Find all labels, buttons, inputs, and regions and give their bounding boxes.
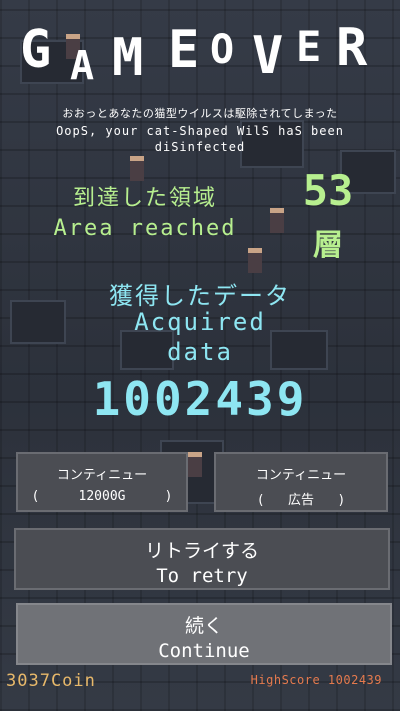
title-letter: E [168,20,200,80]
continue-coin-button-label: コンティニュー [56,468,148,483]
title-letter: M [112,28,144,88]
continue-button-label-ja: 続く [184,615,223,637]
acquired-data-score: 1002439 [92,372,308,426]
continue-button-label-en: Continue [158,640,250,662]
background-figure [188,452,202,477]
area-reached-label-ja: 到達した領域 [72,186,217,211]
title-letter: E [296,22,322,71]
background-figure [130,156,144,181]
background-figure [248,248,262,273]
continue-ad-button[interactable]: コンティニュー ( 広告 ) [214,452,388,512]
retry-button[interactable]: リトライする To retry [14,528,390,590]
area-reached-label-en: Area reached [53,216,237,241]
title-letter: O [210,27,235,73]
retry-button-label-en: To retry [156,565,248,587]
continue-button[interactable]: 続く Continue [16,603,392,665]
continue-ad-button-ad-text: ( 広告 ) [256,493,346,508]
continue-coin-button-price: ( 12000G ) [31,489,173,504]
area-reached-value: 53 [302,166,354,215]
retry-button-label-ja: リトライする [144,540,259,562]
game-over-screen: G A M E O V E R おおっとあなたの猫型ウイルスは駆除されてしまった… [0,0,400,711]
message-english-line2: diSinfected [154,140,246,154]
coin-count: 3037Coin [6,671,96,691]
title-letter: G [20,20,52,80]
acquired-data-label-en-line2: data [167,338,233,366]
message-english-line1: OopS, your cat-Shaped WilS haS been [56,124,344,138]
continue-coin-button[interactable]: コンティニュー ( 12000G ) [16,452,188,512]
title-letter: V [252,26,284,86]
message-japanese: おおっとあなたの猫型ウイルスは駆除されてしまった [62,107,338,120]
title-letter: A [70,43,95,89]
acquired-data-label-ja: 獲得したデータ [109,282,291,310]
high-score: HighScore 1002439 [250,673,382,687]
area-reached-unit: 層 [313,228,343,263]
title-letter: R [336,18,368,78]
acquired-data-label-en-line1: Acquired [134,308,266,336]
continue-ad-button-label: コンティニュー [255,468,347,483]
